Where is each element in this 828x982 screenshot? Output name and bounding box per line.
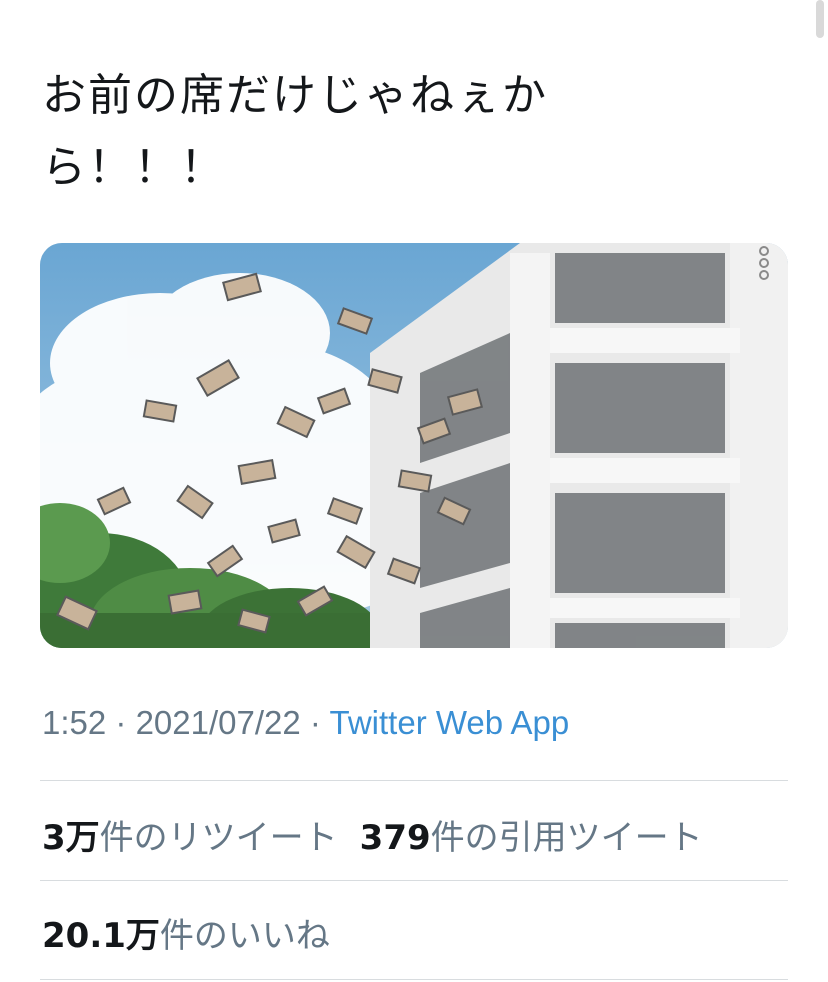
likes-row: 20.1万件のいいね	[42, 908, 330, 957]
likes-label: 件のいいね	[159, 916, 330, 956]
quotes-link[interactable]: 379件の引用ツイート	[360, 818, 703, 858]
likes-count: 20.1万	[42, 916, 160, 956]
likes-link[interactable]: 20.1万件のいいね	[42, 916, 330, 956]
retweets-label: 件のリツイート	[99, 818, 338, 858]
tweet-media-image[interactable]	[40, 243, 788, 648]
tweet-source-link[interactable]: Twitter Web App	[330, 704, 570, 741]
divider	[40, 880, 788, 881]
retweets-link[interactable]: 3万件のリツイート	[42, 818, 338, 858]
tweet-text: お前の席だけじゃねぇか ら！！！	[42, 70, 548, 193]
divider	[40, 780, 788, 781]
meta-separator: ·	[115, 704, 127, 741]
divider	[40, 979, 788, 980]
tweet-time[interactable]: 1:52	[42, 704, 106, 741]
engagement-row: 3万件のリツイート 379件の引用ツイート	[42, 810, 703, 859]
retweets-count: 3万	[42, 818, 100, 858]
meta-separator: ·	[309, 704, 321, 741]
tweet-timestamp-row: 1:52 · 2021/07/22 · Twitter Web App	[42, 704, 569, 742]
quotes-count: 379	[359, 818, 431, 858]
tweet-date[interactable]: 2021/07/22	[136, 704, 301, 741]
media-illustration	[40, 243, 788, 648]
quotes-label: 件の引用ツイート	[430, 818, 703, 858]
scrollbar[interactable]	[816, 0, 824, 38]
